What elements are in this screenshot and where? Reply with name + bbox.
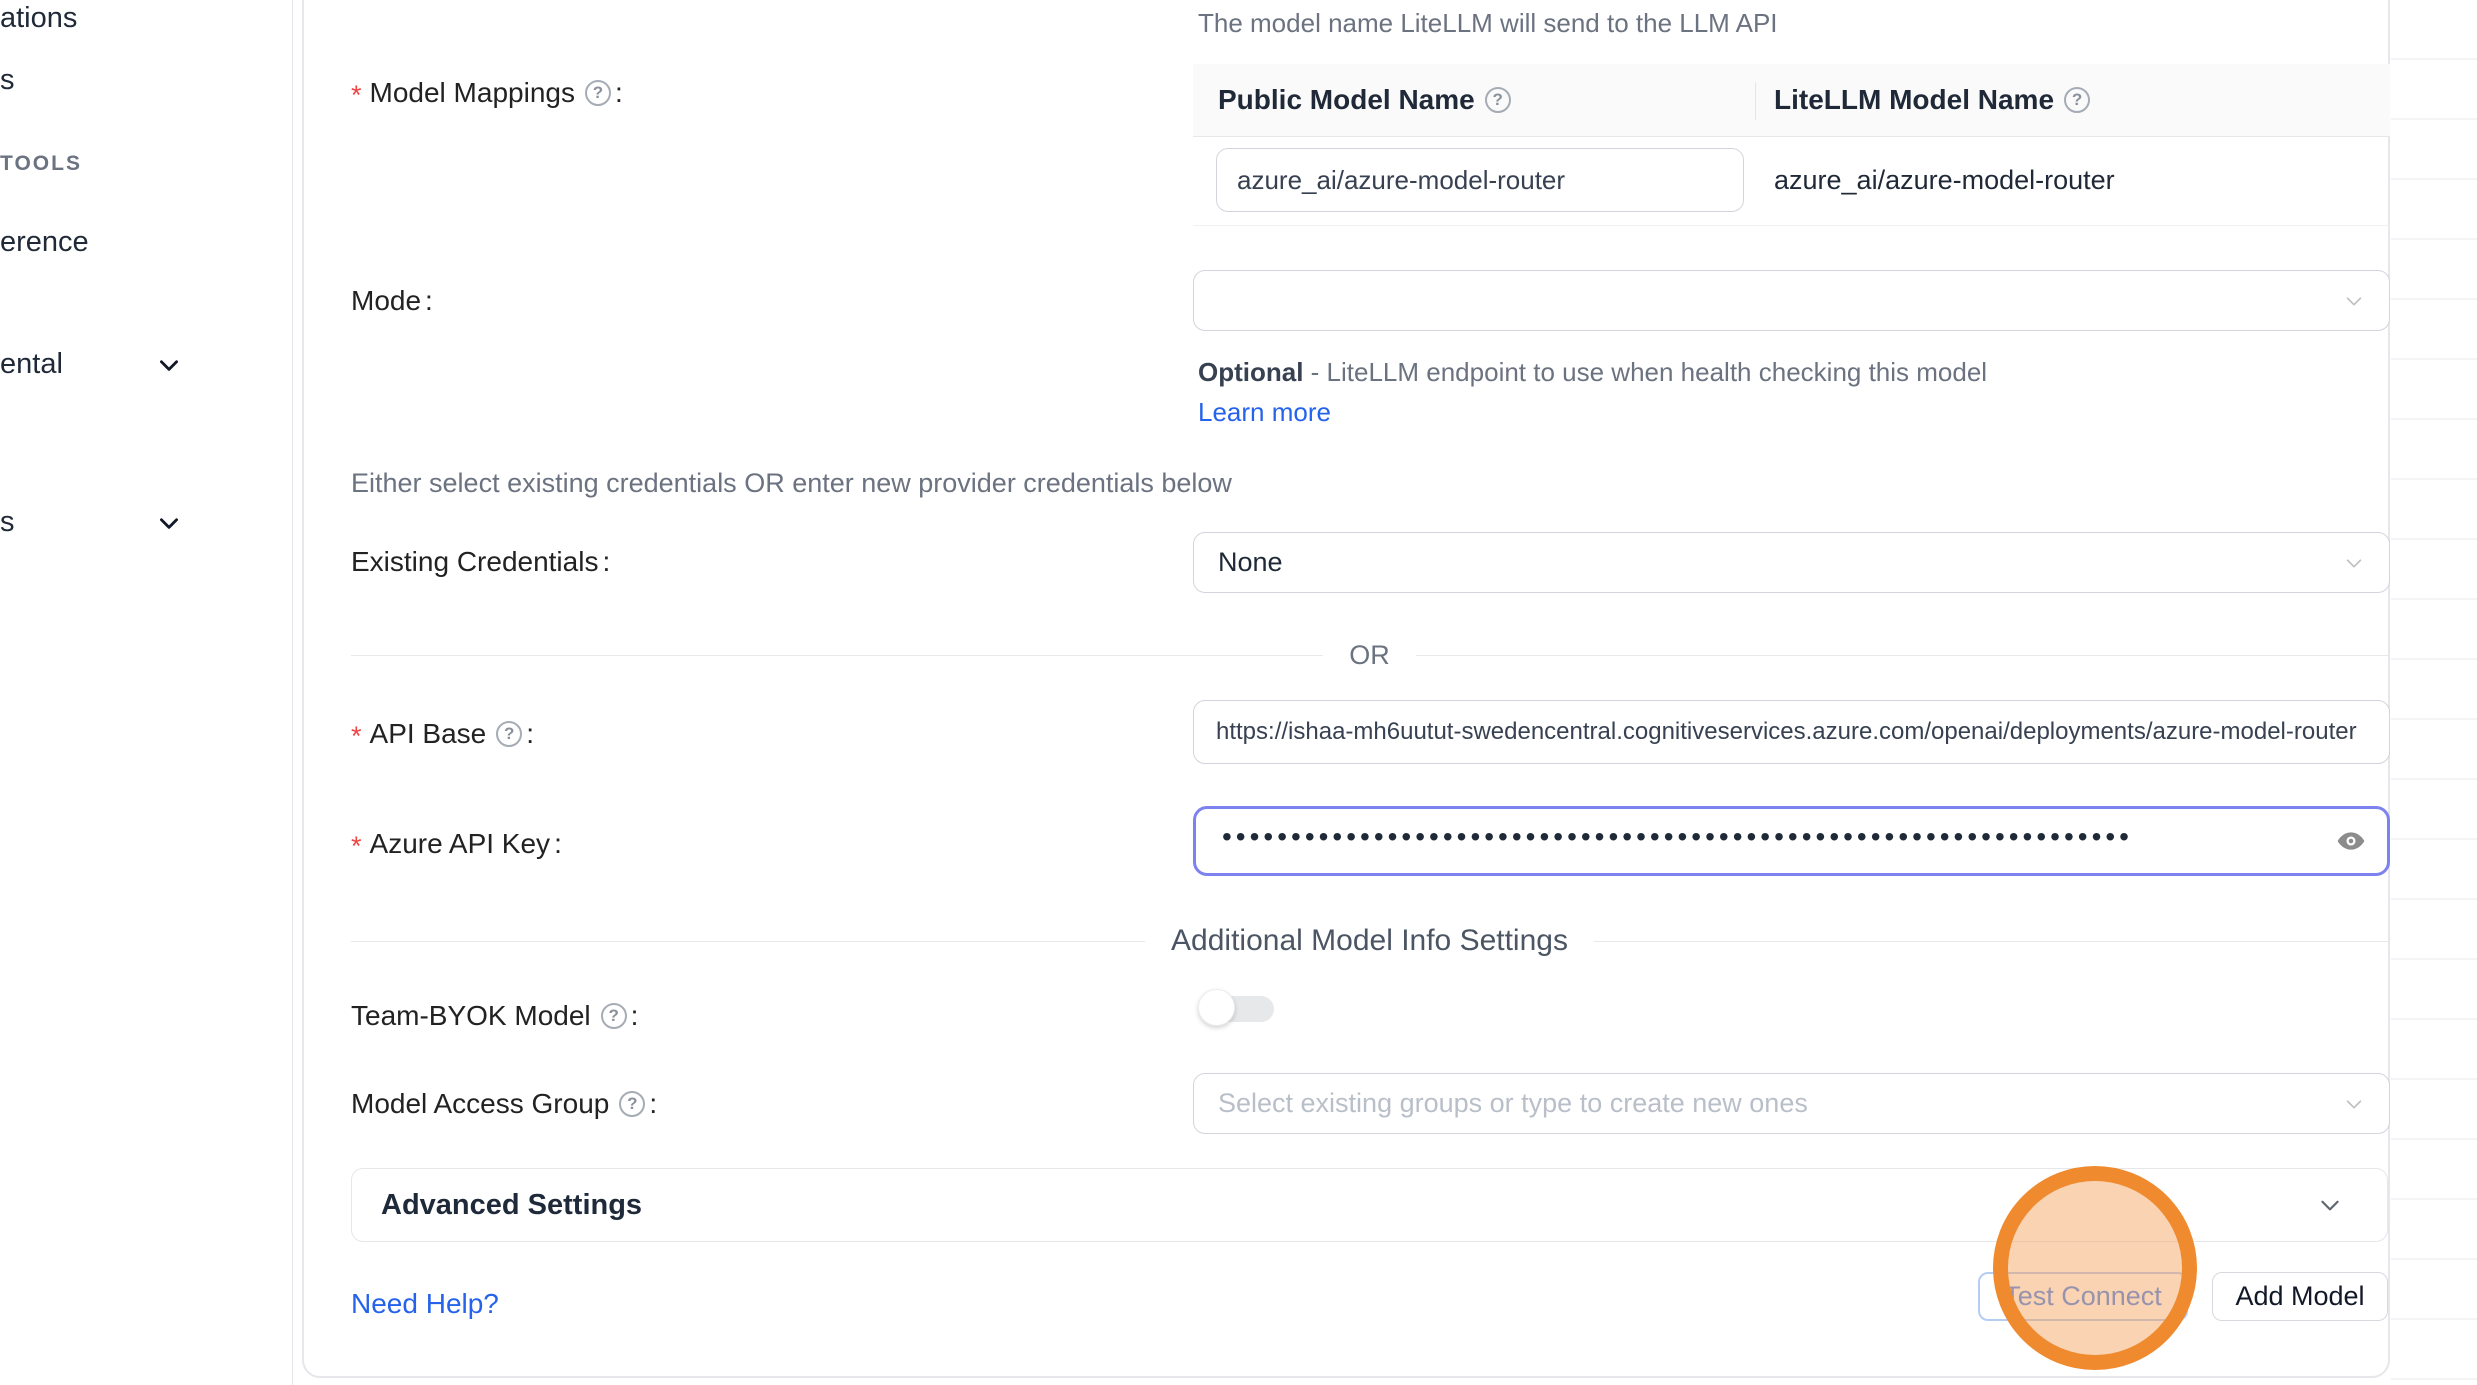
additional-settings-divider: Additional Model Info Settings — [351, 924, 2388, 958]
model-name-help-text: The model name LiteLLM will send to the … — [1198, 8, 1778, 39]
advanced-settings-toggle[interactable]: Advanced Settings — [351, 1168, 2388, 1242]
column-divider — [1755, 82, 1756, 120]
need-help-link[interactable]: Need Help? — [351, 1288, 499, 1320]
credentials-note: Either select existing credentials OR en… — [351, 468, 1232, 499]
api-base-label: * API Base ? : — [351, 715, 534, 752]
add-model-button[interactable]: Add Model — [2212, 1272, 2388, 1321]
mode-label: Mode: — [351, 285, 433, 317]
azure-api-key-label: * Azure API Key : — [351, 825, 562, 862]
public-model-name-input[interactable] — [1216, 148, 1744, 212]
eye-icon[interactable] — [2335, 825, 2367, 857]
mode-help-text: Optional - LiteLLM endpoint to use when … — [1198, 352, 2038, 432]
required-asterisk: * — [351, 825, 362, 862]
azure-api-key-input[interactable]: ••••••••••••••••••••••••••••••••••••••••… — [1193, 806, 2390, 876]
required-asterisk: * — [351, 74, 362, 111]
help-icon[interactable]: ? — [1485, 87, 1511, 113]
required-asterisk: * — [351, 715, 362, 752]
sidebar-section-tools: TOOLS — [0, 152, 82, 176]
model-access-group-label: Model Access Group ? : — [351, 1088, 657, 1120]
masked-api-key: ••••••••••••••••••••••••••••••••••••••••… — [1222, 821, 2133, 853]
chevron-down-icon — [2343, 552, 2365, 574]
model-access-group-select[interactable]: Select existing groups or type to create… — [1193, 1073, 2390, 1134]
help-icon[interactable]: ? — [619, 1091, 645, 1117]
model-mappings-table: Public Model Name ? LiteLLM Model Name ?… — [1193, 64, 2390, 226]
litellm-model-name-value: azure_ai/azure-model-router — [1774, 165, 2115, 196]
column-header-public-model-name: Public Model Name ? — [1193, 84, 1755, 116]
table-row: azure_ai/azure-model-router — [1193, 137, 2390, 226]
api-base-input[interactable] — [1193, 700, 2390, 764]
model-mappings-label: * Model Mappings ? : — [351, 74, 623, 111]
existing-credentials-label: Existing Credentials: — [351, 546, 610, 578]
sidebar: ations s TOOLS erence ental s — [0, 0, 293, 1385]
or-divider: OR — [351, 640, 2388, 671]
test-connect-button[interactable]: Test Connect — [1978, 1272, 2188, 1321]
chevron-down-icon — [156, 352, 182, 378]
learn-more-link[interactable]: Learn more — [1198, 397, 1331, 427]
team-byok-toggle[interactable] — [1198, 988, 1290, 1028]
sidebar-item-experimental[interactable]: ental — [0, 348, 63, 381]
toggle-knob — [1198, 989, 1235, 1026]
sidebar-item-inference[interactable]: erence — [0, 226, 89, 259]
mode-select[interactable] — [1193, 270, 2390, 331]
chevron-down-icon — [2343, 290, 2365, 312]
help-icon[interactable]: ? — [601, 1003, 627, 1029]
sidebar-item-models[interactable]: s — [0, 64, 15, 97]
background-table-hint — [2391, 0, 2477, 1385]
team-byok-label: Team-BYOK Model ? : — [351, 1000, 638, 1032]
chevron-down-icon — [2317, 1192, 2343, 1218]
select-placeholder: Select existing groups or type to create… — [1218, 1088, 1808, 1119]
existing-credentials-select[interactable]: None — [1193, 532, 2390, 593]
help-icon[interactable]: ? — [585, 80, 611, 106]
help-icon[interactable]: ? — [496, 721, 522, 747]
help-icon[interactable]: ? — [2064, 87, 2090, 113]
sidebar-item-organizations[interactable]: ations — [0, 2, 77, 35]
sidebar-item-settings[interactable]: s — [0, 506, 15, 539]
chevron-down-icon — [2343, 1093, 2365, 1115]
column-header-litellm-model-name: LiteLLM Model Name ? — [1755, 84, 2090, 116]
table-header-row: Public Model Name ? LiteLLM Model Name ? — [1193, 64, 2390, 137]
chevron-down-icon — [156, 510, 182, 536]
